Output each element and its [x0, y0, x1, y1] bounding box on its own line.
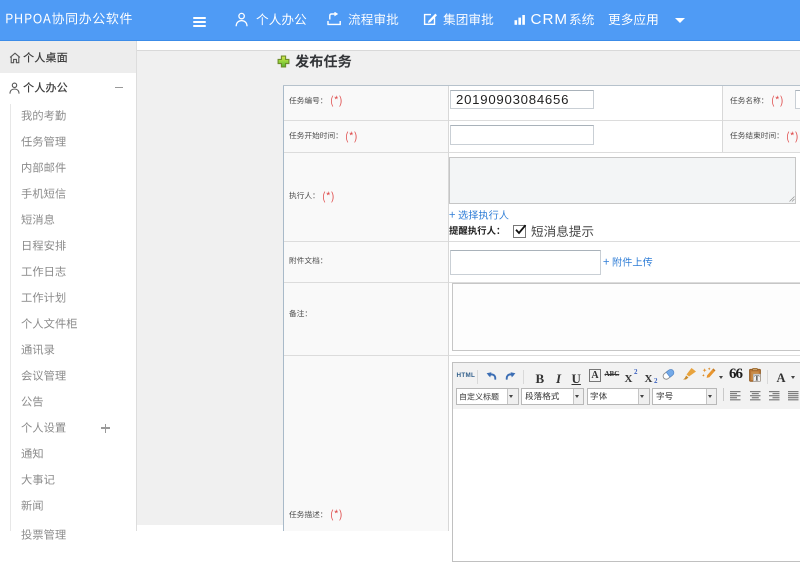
svg-text:T: T	[754, 374, 759, 382]
